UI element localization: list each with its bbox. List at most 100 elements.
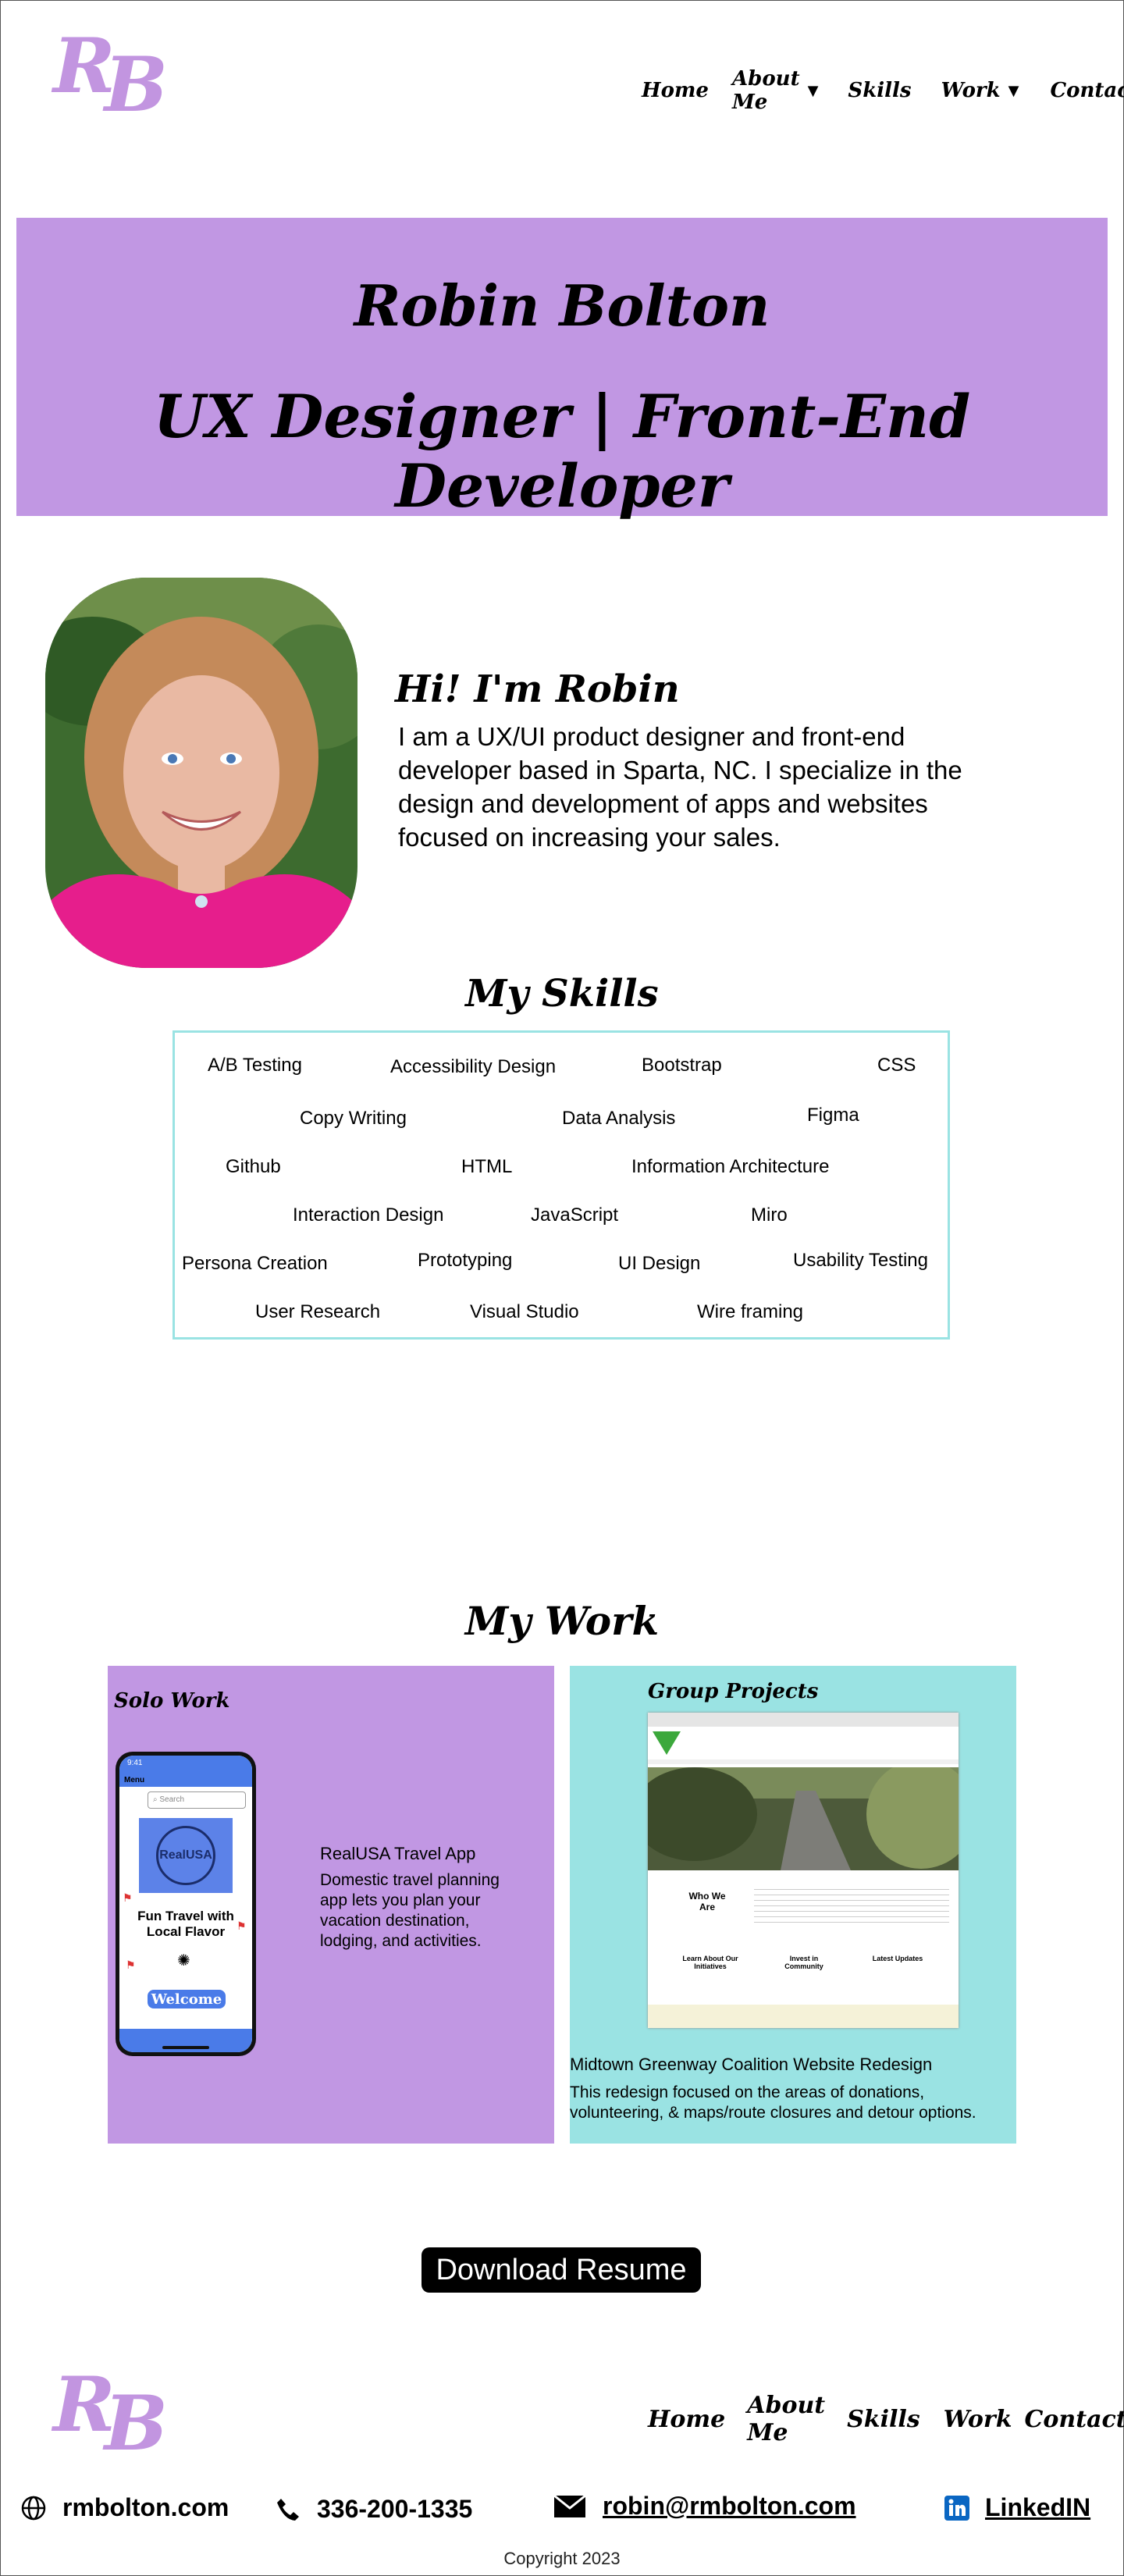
skill-item: Copy Writing — [300, 1108, 407, 1129]
skill-item: Information Architecture — [631, 1156, 830, 1177]
logo-letter-r: R — [53, 22, 116, 110]
skill-item: Visual Studio — [470, 1301, 579, 1322]
skill-item: Interaction Design — [293, 1204, 444, 1226]
footer-nav-contact[interactable]: Contact — [1025, 2406, 1124, 2433]
skill-item: Persona Creation — [182, 1253, 328, 1274]
skill-item: CSS — [877, 1055, 916, 1076]
nav-home[interactable]: Home — [642, 79, 709, 102]
skill-item: Accessibility Design — [390, 1056, 557, 1077]
hero-role: UX Designer | Front-End Developer — [153, 382, 971, 521]
nav-contact-label: Contact — [1050, 79, 1124, 102]
phone-time: 9:41 — [127, 1759, 143, 1767]
copyright: Copyright 2023 — [503, 2549, 621, 2568]
skills-box: A/B Testing Accessibility Design Bootstr… — [173, 1030, 950, 1340]
footer-nav-skills-label: Skills — [847, 2405, 920, 2433]
footer-logo[interactable]: RB — [53, 2361, 168, 2467]
profile-photo-illustration — [45, 578, 357, 968]
linkedin-icon — [944, 2495, 969, 2521]
globe-icon — [20, 2495, 47, 2521]
solo-project-title: RealUSA Travel App — [320, 1844, 476, 1863]
about-heading: Hi! I'm Robin — [395, 667, 680, 711]
contact-phone[interactable]: 336-200-1335 — [275, 2495, 472, 2524]
phone-home-indicator — [162, 2046, 209, 2049]
skill-item: Bootstrap — [642, 1055, 722, 1076]
nav-about[interactable]: About Me ▼ — [732, 67, 818, 114]
solo-work-card[interactable]: Solo Work 9:41 Menu ⌕ Search RealUSA Fun… — [108, 1666, 554, 2144]
header-logo[interactable]: RB — [53, 22, 168, 129]
flag-icon: ⚑ — [126, 1959, 136, 1971]
nav-skills[interactable]: Skills — [848, 79, 911, 102]
mail-icon — [553, 2494, 587, 2519]
browser-bar — [648, 1713, 959, 1727]
search-icon: ⌕ — [153, 1795, 158, 1804]
phone-menu: Menu — [124, 1776, 145, 1784]
site-nav-bar — [648, 1759, 959, 1764]
skill-item: Usability Testing — [793, 1250, 928, 1271]
phone-mockup: 9:41 Menu ⌕ Search RealUSA Fun Travel wi… — [116, 1752, 256, 2056]
skill-item: User Research — [255, 1301, 381, 1322]
skill-item: Github — [226, 1156, 281, 1177]
hero-banner: Robin Bolton UX Designer | Front-End Dev… — [16, 218, 1108, 521]
footer-nav-about-label: About Me — [747, 2392, 826, 2446]
caret-down-icon: ▼ — [1008, 82, 1019, 99]
logo-letter-b: B — [104, 41, 168, 129]
contact-linkedin[interactable]: LinkedIN — [944, 2493, 1090, 2522]
phone-search-placeholder: Search — [159, 1795, 185, 1804]
nav-home-label: Home — [642, 79, 709, 102]
skill-item: JavaScript — [531, 1204, 619, 1226]
footer-nav-skills[interactable]: Skills — [847, 2406, 920, 2433]
skill-item: HTML — [461, 1156, 513, 1177]
nav-work-label: Work — [941, 79, 1001, 102]
skill-item: Wire framing — [697, 1301, 804, 1322]
skill-item: Data Analysis — [562, 1108, 676, 1129]
hero-name: Robin Bolton — [354, 272, 770, 339]
contact-email[interactable]: robin@rmbolton.com — [553, 2492, 856, 2521]
website-screenshot: Who We Are Learn About Our Initiatives I… — [648, 1713, 959, 2028]
greenway-logo-icon — [653, 1731, 681, 1755]
work-heading: My Work — [464, 1598, 660, 1644]
skill-item: Figma — [807, 1105, 859, 1126]
solo-project-desc: Domestic travel planning app lets you pl… — [320, 1871, 500, 1950]
skill-item: A/B Testing — [208, 1055, 302, 1076]
flag-icon: ⚑ — [123, 1891, 133, 1904]
group-projects-label: Group Projects — [648, 1680, 819, 1703]
skills-heading: My Skills — [465, 972, 659, 1016]
footer-nav-work[interactable]: Work — [944, 2406, 1012, 2433]
footer-nav-home-label: Home — [648, 2405, 726, 2433]
footer-nav-home[interactable]: Home — [648, 2406, 725, 2433]
nav-skills-label: Skills — [848, 79, 912, 102]
caret-down-icon: ▼ — [807, 82, 819, 99]
site-learn: Learn About Our Initiatives — [682, 1955, 738, 1970]
linkedin-text: LinkedIN — [985, 2493, 1091, 2521]
footer-nav-contact-label: Contact — [1024, 2405, 1124, 2433]
email-text: robin@rmbolton.com — [603, 2492, 856, 2520]
group-project-title: Midtown Greenway Coalition Website Redes… — [570, 2055, 933, 2074]
solo-work-label: Solo Work — [114, 1689, 230, 1713]
nav-work[interactable]: Work ▼ — [941, 79, 1019, 102]
footer-nav: Home About Me Skills Work Contact — [648, 2392, 1124, 2446]
about-text: I am a UX/UI product designer and front-… — [398, 722, 962, 852]
header-nav: Home About Me ▼ Skills Work ▼ Contact — [642, 67, 1124, 114]
website-text: rmbolton.com — [62, 2493, 229, 2521]
group-project-desc: This redesign focused on the areas of do… — [570, 2083, 976, 2122]
site-paragraph — [754, 1884, 949, 1923]
site-invest: Invest in Community — [784, 1955, 823, 1970]
phone-icon — [275, 2496, 301, 2523]
phone-logo-text: RealUSA — [156, 1826, 215, 1885]
group-projects-card[interactable]: Group Projects Who We Are Learn About Ou… — [570, 1666, 1016, 2144]
footer-nav-work-label: Work — [943, 2405, 1012, 2433]
phone-app-logo: RealUSA — [139, 1818, 233, 1893]
profile-photo — [45, 578, 357, 968]
nav-contact[interactable]: Contact — [1050, 79, 1124, 102]
skill-item: Prototyping — [418, 1250, 513, 1271]
logo-letter-r: R — [53, 2361, 116, 2449]
contact-website[interactable]: rmbolton.com — [20, 2493, 229, 2522]
site-who-heading: Who We Are — [688, 1891, 726, 1912]
phone-text: 336-200-1335 — [317, 2495, 473, 2523]
download-resume-button[interactable]: Download Resume — [422, 2247, 701, 2293]
skill-item: Miro — [751, 1204, 788, 1226]
footer-nav-about[interactable]: About Me — [747, 2392, 825, 2446]
logo-letter-b: B — [104, 2379, 168, 2467]
phone-tagline: Fun Travel with Local Flavor — [137, 1909, 234, 1939]
skill-item: UI Design — [618, 1253, 701, 1274]
